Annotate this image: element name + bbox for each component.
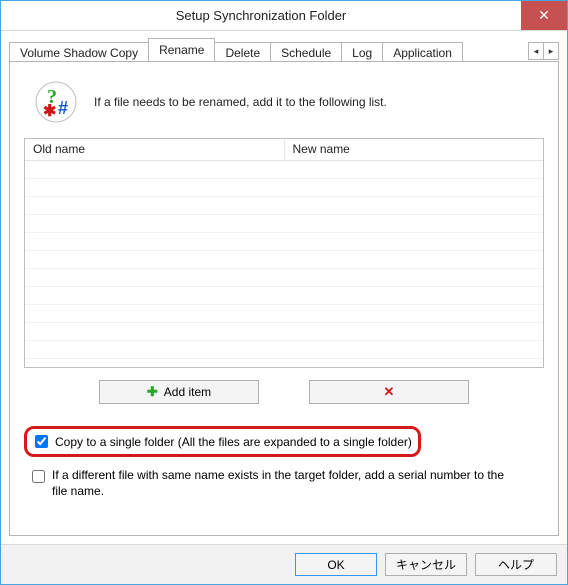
col-old-name[interactable]: Old name: [25, 139, 285, 160]
list-row[interactable]: [25, 305, 543, 323]
highlighted-option: Copy to a single folder (All the files a…: [24, 426, 421, 457]
close-button[interactable]: ✕: [521, 1, 567, 30]
ok-button[interactable]: OK: [295, 553, 377, 576]
titlebar: Setup Synchronization Folder ✕: [1, 1, 567, 31]
serial-number-label[interactable]: If a different file with same name exist…: [52, 467, 512, 499]
rename-list[interactable]: Old name New name: [24, 138, 544, 368]
single-folder-checkbox[interactable]: [35, 435, 48, 448]
intro-text: If a file needs to be renamed, add it to…: [94, 95, 387, 109]
list-header: Old name New name: [25, 139, 543, 161]
rename-icon: ? ✱ #: [34, 80, 78, 124]
help-button[interactable]: ヘルプ: [475, 553, 557, 576]
tab-schedule[interactable]: Schedule: [270, 42, 342, 62]
dialog-footer: OK キャンセル ヘルプ: [1, 544, 567, 584]
list-row[interactable]: [25, 215, 543, 233]
single-folder-label[interactable]: Copy to a single folder (All the files a…: [55, 435, 412, 449]
chevron-left-icon: ◂: [534, 46, 539, 57]
list-row[interactable]: [25, 341, 543, 359]
chevron-right-icon: ▸: [549, 46, 554, 57]
cancel-button[interactable]: キャンセル: [385, 553, 467, 576]
x-icon: ✕: [384, 384, 395, 400]
add-item-label: Add item: [164, 385, 211, 399]
svg-text:✱: ✱: [43, 103, 56, 120]
list-row[interactable]: [25, 197, 543, 215]
list-body[interactable]: [25, 161, 543, 367]
tab-scroll-nav: ◂ ▸: [529, 41, 559, 61]
tabstrip: Volume Shadow Copy Rename Delete Schedul…: [9, 37, 559, 61]
list-row[interactable]: [25, 269, 543, 287]
svg-text:#: #: [58, 98, 68, 118]
list-row[interactable]: [25, 323, 543, 341]
intro-row: ? ✱ # If a file needs to be renamed, add…: [24, 76, 544, 138]
list-row[interactable]: [25, 161, 543, 179]
serial-option: If a different file with same name exist…: [24, 467, 544, 499]
tab-scroll-right[interactable]: ▸: [543, 42, 559, 60]
tab-scroll-left[interactable]: ◂: [528, 42, 544, 60]
list-buttons: ✚ Add item ✕: [24, 368, 544, 412]
serial-number-checkbox[interactable]: [32, 470, 45, 483]
tab-application[interactable]: Application: [382, 42, 463, 62]
tab-log[interactable]: Log: [341, 42, 383, 62]
window-title: Setup Synchronization Folder: [1, 1, 521, 30]
dialog-window: Setup Synchronization Folder ✕ Volume Sh…: [0, 0, 568, 585]
tab-rename[interactable]: Rename: [148, 38, 215, 61]
remove-item-button[interactable]: ✕: [309, 380, 469, 404]
close-icon: ✕: [538, 7, 550, 24]
tab-volume-shadow-copy[interactable]: Volume Shadow Copy: [9, 42, 149, 62]
list-row[interactable]: [25, 179, 543, 197]
tab-page-rename: ? ✱ # If a file needs to be renamed, add…: [9, 61, 559, 536]
client-area: Volume Shadow Copy Rename Delete Schedul…: [1, 31, 567, 544]
col-new-name[interactable]: New name: [285, 139, 544, 160]
list-row[interactable]: [25, 233, 543, 251]
list-row[interactable]: [25, 251, 543, 269]
tab-delete[interactable]: Delete: [214, 42, 271, 62]
plus-icon: ✚: [147, 384, 158, 400]
add-item-button[interactable]: ✚ Add item: [99, 380, 259, 404]
list-row[interactable]: [25, 287, 543, 305]
